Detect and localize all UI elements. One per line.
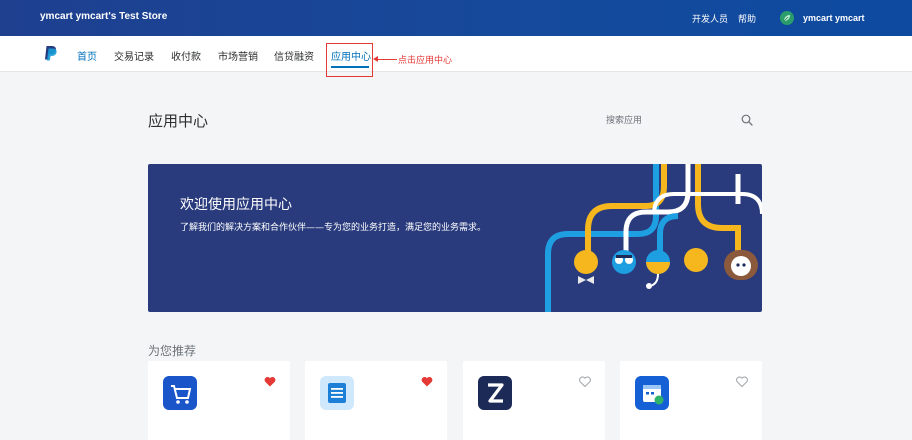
search-icon[interactable]	[741, 114, 753, 126]
banner-title: 欢迎使用应用中心	[180, 197, 292, 213]
app-card[interactable]	[463, 361, 605, 440]
banner-description: 了解我们的解决方案和合作伙伴——专为您的业务打造，满足您的业务需求。	[180, 223, 487, 233]
top-header: ymcart ymcart's Test Store 开发人员 帮助 ymcar…	[0, 0, 912, 36]
nav-financing[interactable]: 信贷融资	[274, 48, 314, 63]
favorite-heart-icon[interactable]	[264, 376, 276, 387]
favorite-heart-icon[interactable]	[421, 376, 433, 387]
app-search-input[interactable]	[606, 112, 736, 130]
annotation-text: 点击应用中心	[398, 56, 453, 66]
leaf-icon	[783, 15, 790, 22]
app-card[interactable]	[148, 361, 290, 440]
paypal-logo-icon[interactable]	[44, 45, 58, 61]
developer-link[interactable]: 开发人员	[692, 12, 728, 25]
annotation-highlight-box	[326, 43, 373, 77]
user-avatar[interactable]	[780, 11, 794, 25]
nav-marketing[interactable]: 市场营销	[218, 48, 258, 63]
nav-home[interactable]: 首页	[77, 48, 97, 63]
recommended-title: 为您推荐	[148, 344, 197, 358]
nav-payments[interactable]: 收付款	[171, 48, 201, 63]
main-nav: 首页 交易记录 收付款 市场营销 信贷融资 应用中心	[0, 36, 912, 72]
user-name[interactable]: ymcart ymcart	[803, 13, 865, 23]
help-link[interactable]: 帮助	[738, 12, 756, 25]
app-card[interactable]	[305, 361, 447, 440]
shopping-cart-icon	[163, 376, 197, 410]
store-name: ymcart ymcart's Test Store	[40, 11, 168, 22]
page-title: 应用中心	[148, 112, 209, 130]
welcome-banner: 欢迎使用应用中心 了解我们的解决方案和合作伙伴——专为您的业务打造，满足您的业务…	[148, 164, 762, 312]
favorite-heart-icon[interactable]	[736, 376, 748, 387]
receipt-icon	[320, 376, 354, 410]
z-logo-icon	[478, 376, 512, 410]
calendar-icon	[635, 376, 669, 410]
nav-transactions[interactable]: 交易记录	[114, 48, 154, 63]
annotation-arrow-line	[376, 59, 397, 60]
banner-illustration	[545, 164, 762, 312]
app-card[interactable]	[620, 361, 762, 440]
favorite-heart-icon[interactable]	[579, 376, 591, 387]
